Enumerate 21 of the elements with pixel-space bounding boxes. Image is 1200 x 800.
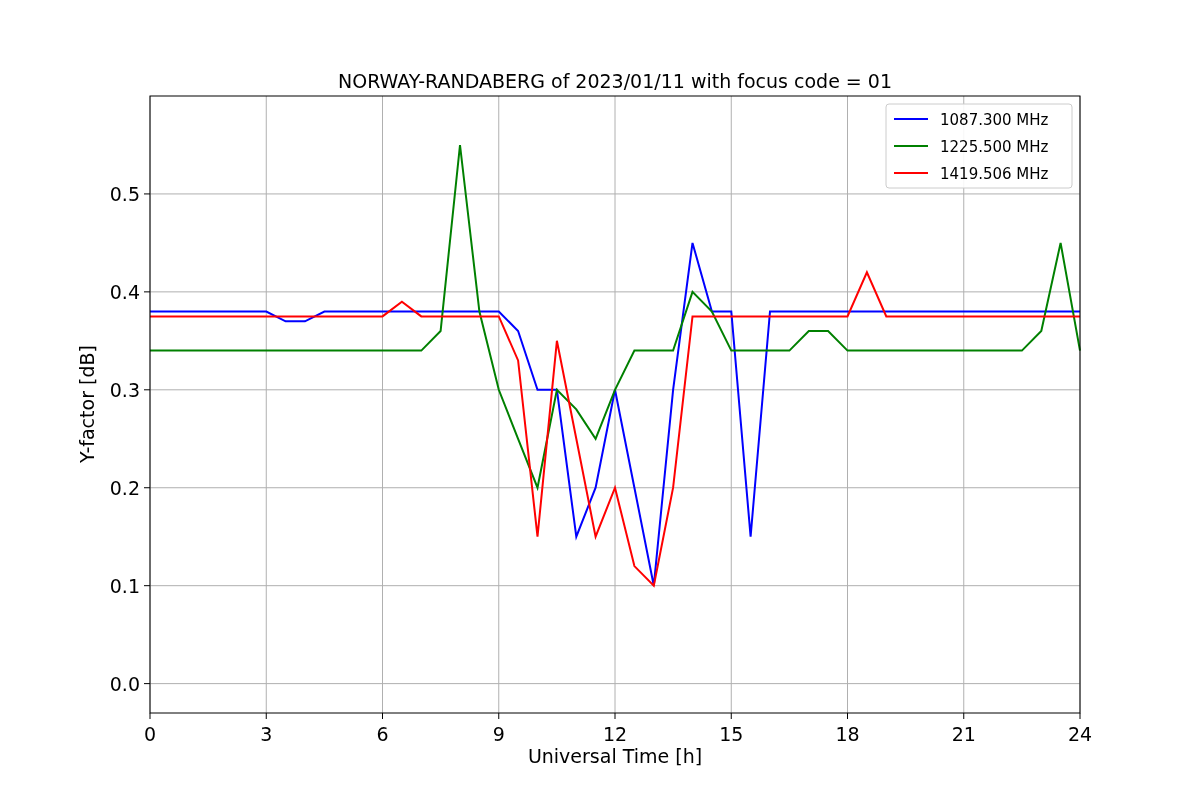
x-tick-label: 21 <box>951 723 976 745</box>
x-tick-label: 12 <box>602 723 628 745</box>
x-tick-label: 3 <box>260 723 273 745</box>
y-tick-label: 0.0 <box>109 672 140 695</box>
y-axis-label: Y-factor [dB] <box>76 345 98 463</box>
chart-title: NORWAY-RANDABERG of 2023/01/11 with focus code = 01 <box>338 70 892 92</box>
x-tick-label: 0 <box>143 723 157 745</box>
x-tick-label: 24 <box>1067 723 1093 745</box>
y-tick-label: 0.1 <box>109 574 140 597</box>
legend-label: 1225.500 MHz <box>940 138 1049 156</box>
x-tick-label: 9 <box>492 723 505 745</box>
y-tick-label: 0.5 <box>109 182 140 205</box>
legend-label: 1087.300 MHz <box>940 111 1049 129</box>
x-axis-label: Universal Time [h] <box>527 745 703 767</box>
x-tick-label: 6 <box>376 723 389 745</box>
x-tick-label: 18 <box>835 723 860 745</box>
legend-label: 1419.506 MHz <box>940 165 1049 183</box>
y-tick-label: 0.4 <box>109 280 140 303</box>
x-tick-label: 15 <box>719 723 744 745</box>
y-tick-label: 0.3 <box>109 378 140 401</box>
y-tick-label: 0.2 <box>109 476 140 499</box>
